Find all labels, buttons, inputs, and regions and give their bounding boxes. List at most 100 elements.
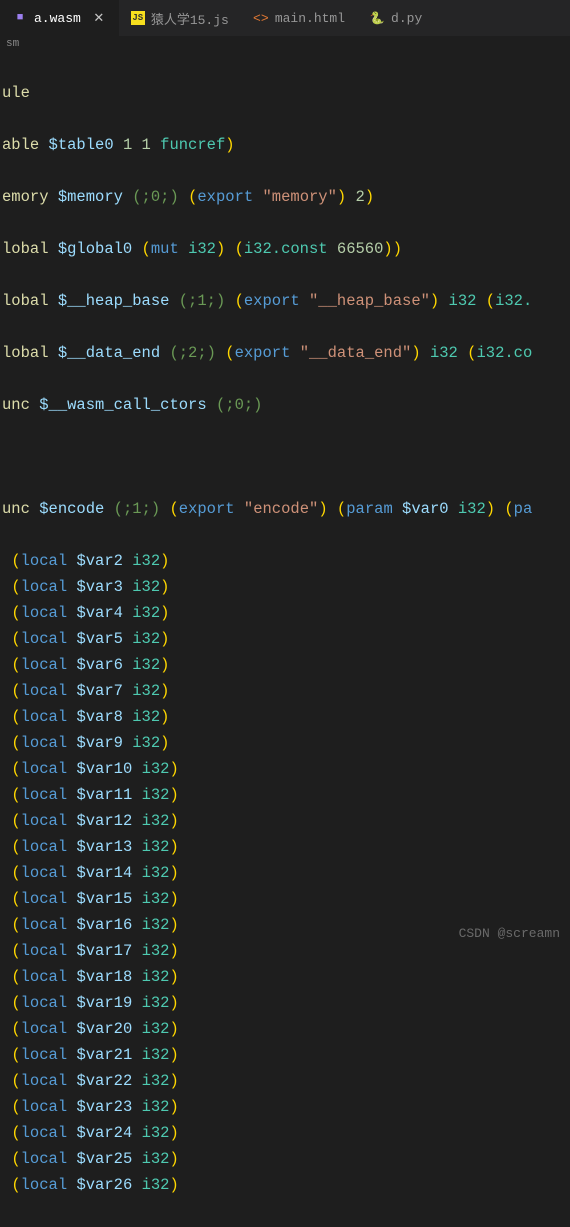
code-token: $var5 [76, 630, 132, 648]
code-token: i32 [132, 630, 160, 648]
code-token: $var9 [76, 734, 132, 752]
code-token: ;) [160, 188, 188, 206]
code-token: ) [169, 968, 178, 986]
code-token: i32 [430, 344, 467, 362]
code-token: 1 [197, 292, 206, 310]
tab-html[interactable]: <> main.html [241, 0, 357, 36]
code-token: 0 [151, 188, 160, 206]
code-token: i32 [142, 1072, 170, 1090]
code-token: ) [160, 630, 169, 648]
code-token: $var26 [76, 1176, 141, 1194]
code-token: i32.co [476, 344, 532, 362]
code-token: $var8 [76, 708, 132, 726]
code-token: $var24 [76, 1124, 141, 1142]
code-token: local [21, 708, 77, 726]
tab-a-wasm[interactable]: ■ a.wasm ✕ [0, 0, 119, 36]
code-token: ( [11, 864, 20, 882]
code-token: ) [169, 890, 178, 908]
code-token: pa [514, 500, 533, 518]
code-token: funcref [160, 136, 225, 154]
code-token: ) [365, 188, 374, 206]
code-token: export [197, 188, 262, 206]
code-token: i32 [142, 916, 170, 934]
code-token: $global0 [58, 240, 142, 258]
code-token: i32 [142, 942, 170, 960]
tab-bar: ■ a.wasm ✕ JS 猿人学15.js <> main.html 🐍 d.… [0, 0, 570, 36]
code-token: i32 [142, 838, 170, 856]
code-token: i32 [188, 240, 216, 258]
code-token: local [21, 890, 77, 908]
code-token: i32 [132, 656, 160, 674]
code-token: ( [188, 188, 197, 206]
code-token: ( [11, 734, 20, 752]
code-token: $var4 [76, 604, 132, 622]
code-token: ;) [207, 292, 235, 310]
code-token: ( [11, 656, 20, 674]
code-token: ( [11, 812, 20, 830]
code-token: (; [179, 292, 198, 310]
code-token: i32 [142, 1020, 170, 1038]
code-token: param [346, 500, 402, 518]
code-token: ) [160, 682, 169, 700]
code-token: ( [11, 708, 20, 726]
code-token: ) ( [318, 500, 346, 518]
code-token: ) [169, 994, 178, 1012]
code-token: )) [383, 240, 402, 258]
code-token: ) [169, 1176, 178, 1194]
code-token: export [235, 344, 300, 362]
code-token: i32 [142, 890, 170, 908]
code-token: "__data_end" [300, 344, 412, 362]
code-token: ) [169, 916, 178, 934]
code-token: 2 [188, 344, 197, 362]
code-token: $var14 [76, 864, 141, 882]
code-token: ( [11, 890, 20, 908]
code-token: $var19 [76, 994, 141, 1012]
code-token: i32 [142, 1150, 170, 1168]
code-token: ) [160, 578, 169, 596]
code-token: ( [142, 240, 151, 258]
code-token: local [21, 1176, 77, 1194]
code-token: ( [11, 916, 20, 934]
tab-py[interactable]: 🐍 d.py [357, 0, 434, 36]
tab-label: d.py [391, 11, 422, 26]
code-token: able [2, 136, 49, 154]
code-token: ) [169, 760, 178, 778]
code-token: ;) [244, 396, 263, 414]
code-token: local [21, 1150, 77, 1168]
code-token: local [21, 864, 77, 882]
html-icon: <> [253, 10, 269, 26]
code-token: $table0 [49, 136, 123, 154]
code-token: local [21, 734, 77, 752]
code-token: i32 [132, 708, 160, 726]
code-token: ( [11, 1150, 20, 1168]
code-token: ( [11, 994, 20, 1012]
code-editor[interactable]: ule able $table0 1 1 funcref) emory $mem… [0, 52, 570, 1226]
code-token: local [21, 760, 77, 778]
code-token: ( [11, 760, 20, 778]
code-token: ( [225, 344, 234, 362]
code-token: i32 [142, 968, 170, 986]
code-token: lobal [2, 344, 58, 362]
code-token: ) ( [486, 500, 514, 518]
code-token: local [21, 630, 77, 648]
close-icon[interactable]: ✕ [91, 10, 107, 26]
code-token: ( [11, 630, 20, 648]
code-token: ) [160, 708, 169, 726]
code-token: $var16 [76, 916, 141, 934]
code-token: ( [11, 578, 20, 596]
code-token: 1 [132, 500, 141, 518]
code-token: local [21, 682, 77, 700]
code-token: ) [169, 838, 178, 856]
code-token: ) [169, 1150, 178, 1168]
code-token: ) [169, 942, 178, 960]
js-icon: JS [131, 11, 145, 25]
code-token: $var22 [76, 1072, 141, 1090]
code-token: local [21, 1020, 77, 1038]
code-token: ) [225, 136, 234, 154]
tab-js[interactable]: JS 猿人学15.js [119, 0, 241, 36]
code-token: 66560 [337, 240, 384, 258]
code-token: $__heap_base [58, 292, 179, 310]
code-token: i32 [142, 994, 170, 1012]
code-token: local [21, 656, 77, 674]
code-token: ) ( [216, 240, 244, 258]
